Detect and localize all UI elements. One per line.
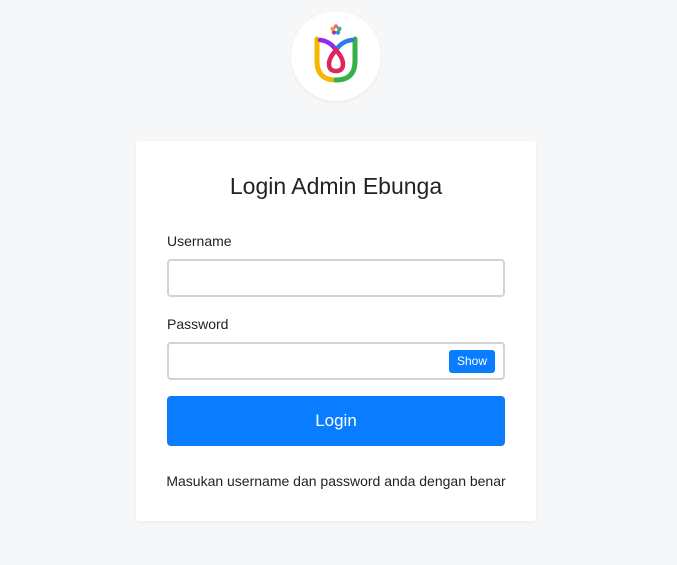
page-title: Login Admin Ebunga [229, 173, 443, 199]
logo-container [291, 11, 381, 101]
username-input[interactable] [169, 261, 503, 295]
login-button[interactable]: Login [167, 396, 505, 446]
tulip-logo-icon [314, 24, 358, 83]
show-password-button[interactable]: Show [448, 350, 495, 373]
login-card: Login Admin Ebunga Username Password Sho… [136, 141, 536, 521]
login-hint-text: Masukan username dan password anda denga… [166, 473, 506, 489]
password-label: Password [167, 316, 229, 332]
username-field-wrapper [167, 259, 505, 297]
username-label: Username [167, 233, 232, 249]
password-field-wrapper: Show [167, 342, 505, 380]
